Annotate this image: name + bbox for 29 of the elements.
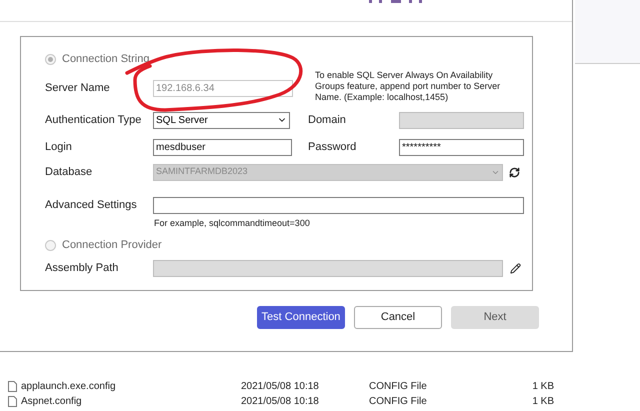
- field-label: Assembly Path: [45, 260, 120, 276]
- file-name[interactable]: applaunch.exe.config: [21, 379, 241, 394]
- file-date: 2021/05/08 10:18: [241, 380, 320, 394]
- file-name[interactable]: Aspnet.config: [21, 394, 241, 409]
- field-label: Domain: [308, 112, 347, 128]
- login-field[interactable]: mesdbuser: [153, 138, 292, 156]
- field-label: Advanced Settings: [45, 198, 138, 213]
- server-hint: To enable SQL Server Always On Availability Groups feature, append port number to Server Name. (Example: localhost,1455): [315, 70, 502, 102]
- file-type: CONFIG File: [369, 380, 428, 394]
- field-label: Login: [45, 140, 73, 155]
- field-label: Password: [308, 140, 358, 155]
- advanced-settings-hint: For example, sqlcommandtimeout=300: [154, 216, 311, 230]
- file-date: 2021/05/08 10:18: [241, 395, 320, 409]
- pencil-icon[interactable]: [510, 262, 521, 274]
- radio-label: Connection Provider: [62, 238, 162, 253]
- authentication-dropdown[interactable]: SQL Server: [153, 112, 290, 128]
- dialog-button[interactable]: Cancel: [354, 306, 442, 329]
- refresh-icon[interactable]: [509, 166, 520, 178]
- file-size: 1 KB: [531, 380, 554, 394]
- file-type: CONFIG File: [369, 395, 428, 409]
- dialog-button[interactable]: Test Connection: [257, 306, 345, 329]
- file-icon: [8, 381, 17, 392]
- file-size: 1 KB: [531, 395, 554, 409]
- field-label: Server Name: [45, 80, 111, 96]
- file-icon: [8, 396, 17, 407]
- password-field[interactable]: **********: [399, 138, 524, 156]
- field-label: Authentication Type: [45, 112, 142, 128]
- field-label: Database: [45, 164, 94, 180]
- advanced-settings-field[interactable]: [153, 196, 524, 214]
